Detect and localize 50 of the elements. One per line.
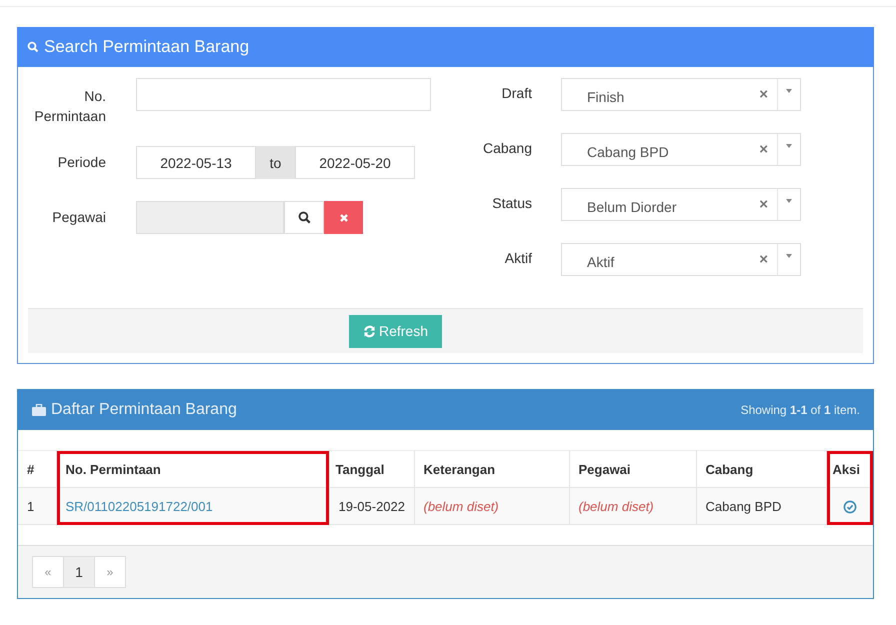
next-page-link[interactable]: » [94,556,126,588]
panel-title: Search Permintaan Barang [44,37,250,57]
table-cell: 1 [27,498,34,514]
clear-icon[interactable]: × [759,86,768,103]
select-field[interactable]: Aktif × [561,243,801,276]
select-field[interactable]: Finish × [561,78,801,111]
field-label: Cabang [482,139,532,158]
field-label: Status [491,194,532,213]
refresh-icon [362,324,376,338]
search-icon [27,41,39,53]
column-header: Keterangan [424,462,496,476]
check-circle-icon[interactable] [842,500,857,514]
caret-icon [786,254,792,258]
caret-icon [786,144,792,148]
table-cell: 19-05-2022 [338,498,405,514]
column-header: Pegawai [578,462,631,476]
column-header: No. Permintaan [66,462,161,476]
search-button[interactable] [284,201,324,234]
column-header: Aksi [832,462,860,476]
field-label: Draft [500,84,532,103]
date-field[interactable]: 2022-05-13 [136,146,256,179]
briefcase-icon [32,404,46,416]
previous-page-link[interactable]: « [32,556,64,588]
caret-icon [786,198,792,202]
input-field[interactable] [136,201,284,234]
caret-icon [786,88,792,92]
table-cell: (belum diset) [578,498,654,514]
select-field[interactable]: Cabang BPD × [561,133,801,166]
column-header: # [27,462,34,476]
date-field[interactable]: 2022-05-20 [295,146,415,179]
page-link[interactable]: 1 [63,556,95,588]
panel-title: Daftar Permintaan Barang [51,400,237,418]
range-separator: to [256,146,295,179]
refresh-button[interactable]: Refresh [349,314,442,348]
field-label: Pegawai [51,208,106,227]
close-icon [338,212,348,222]
column-header: Cabang [706,462,754,476]
column-header: Tanggal [336,462,384,476]
select-field[interactable]: Belum Diorder × [561,188,801,221]
field-label: Aktif [504,249,532,268]
field-label: Periode [56,153,106,172]
summary-text: Showing 1-1 of 1 item. [740,402,860,416]
search-icon [298,211,310,224]
table-cell: (belum diset) [424,498,499,514]
table-cell: Cabang BPD [706,498,782,514]
input-field[interactable] [136,78,431,111]
clear-icon[interactable]: × [759,141,768,158]
clear-icon[interactable]: × [759,196,768,213]
field-label: No. Permintaan [33,87,106,126]
clear-icon[interactable]: × [759,251,768,268]
